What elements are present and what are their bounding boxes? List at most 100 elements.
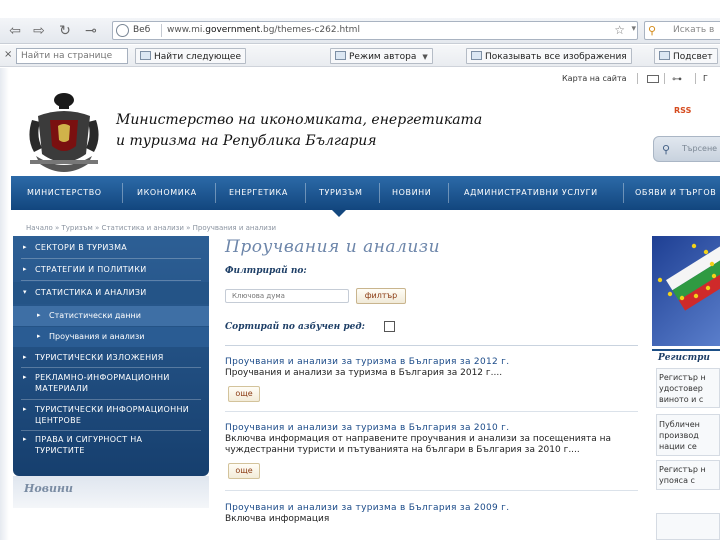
- mail-icon[interactable]: [647, 75, 659, 83]
- back-arrow-icon[interactable]: ⇦: [6, 22, 24, 40]
- nav-active-pointer: [332, 210, 346, 217]
- register-text-line[interactable]: Публичен: [659, 419, 700, 430]
- sidebar-item-promo-materials[interactable]: ▸ РЕКЛАМНО-ИНФОРМАЦИОННИ МАТЕРИАЛИ: [13, 372, 193, 394]
- register-text-line[interactable]: упояса с: [659, 475, 695, 486]
- language-link[interactable]: Г: [703, 74, 708, 83]
- browser-search-placeholder: Искать в: [673, 25, 715, 35]
- nav-item-admin-services[interactable]: АДМИНИСТРАТИВНИ УСЛУГИ: [464, 176, 598, 210]
- sidebar-subitem-statistical-data[interactable]: ▸ Статистически данни: [13, 306, 209, 326]
- more-button[interactable]: още: [228, 463, 260, 479]
- sidebar-divider: [21, 430, 201, 431]
- chevron-right-icon: ▸: [37, 332, 41, 340]
- sidebar-item-info-centers[interactable]: ▸ ТУРИСТИЧЕСКИ ИНФОРМАЦИОННИ ЦЕНТРОВЕ: [13, 404, 197, 426]
- more-button[interactable]: още: [228, 386, 260, 402]
- chevron-right-icon: ▸: [23, 405, 27, 413]
- nav-item-news[interactable]: НОВИНИ: [392, 176, 431, 210]
- rss-link[interactable]: RSS: [674, 106, 691, 115]
- study-item-description: Проучвания и анализи за туризма в Българ…: [225, 368, 503, 378]
- ministry-title-line2: и туризма на Република България: [116, 133, 377, 149]
- login-key-icon[interactable]: ⊶: [672, 74, 682, 85]
- registers-title: Регистри: [658, 353, 710, 363]
- chevron-right-icon: ▸: [23, 435, 27, 443]
- register-text-line[interactable]: удостовер: [659, 383, 703, 394]
- main-navigation: МИНИСТЕРСТВО ИКОНОМИКА ЕНЕРГЕТИКА ТУРИЗЪ…: [11, 176, 720, 210]
- sidebar-item-tourism-sectors[interactable]: ▸ СЕКТОРИ В ТУРИЗМА: [13, 242, 209, 253]
- reload-icon[interactable]: ↻: [56, 22, 74, 40]
- sidebar-item-strategies[interactable]: ▸ СТРАТЕГИИ И ПОЛИТИКИ: [13, 264, 209, 275]
- sidebar-divider: [21, 399, 201, 400]
- eu-funds-banner[interactable]: [652, 236, 720, 346]
- nav-separator: [305, 183, 306, 203]
- close-icon[interactable]: ×: [4, 49, 12, 60]
- bookmark-star-icon[interactable]: ☆: [614, 23, 625, 37]
- find-toolbar: × Найти следующее Режим автора▼ Показыва…: [0, 45, 720, 67]
- forward-arrow-icon[interactable]: ⇨: [30, 22, 48, 40]
- author-mode-button[interactable]: Режим автора ▼: [330, 48, 433, 64]
- sidebar-item-tourist-rights[interactable]: ▸ ПРАВА И СИГУРНОСТ НА ТУРИСТИТЕ: [13, 434, 181, 456]
- find-next-button[interactable]: Найти следующее: [135, 48, 246, 64]
- address-dropdown-icon[interactable]: ▾: [631, 24, 636, 34]
- news-title[interactable]: Новини: [24, 482, 73, 495]
- item-divider: [225, 490, 638, 491]
- sidebar-divider: [21, 367, 201, 368]
- find-input[interactable]: [16, 48, 128, 64]
- item-divider: [225, 411, 638, 412]
- address-bar[interactable]: Веб www.mi.government.bg/themes-c262.htm…: [112, 21, 638, 40]
- nav-separator: [448, 183, 449, 203]
- search-engine-icon[interactable]: ⚲: [648, 24, 656, 37]
- browser-search-box[interactable]: ⚲ Искать в: [644, 21, 720, 40]
- nav-item-energy[interactable]: ЕНЕРГЕТИКА: [229, 176, 288, 210]
- register-text-line[interactable]: производ: [659, 430, 699, 441]
- nav-item-tourism[interactable]: ТУРИЗЪМ: [319, 176, 362, 210]
- study-item-title[interactable]: Проучвания и анализи за туризма в Българ…: [225, 423, 509, 433]
- content-divider: [225, 345, 638, 346]
- breadcrumb[interactable]: Начало » Туризъм » Статистика и анализи …: [26, 224, 276, 232]
- coat-of-arms-icon: [29, 93, 99, 172]
- chevron-right-icon: ▸: [23, 353, 27, 361]
- keyword-input[interactable]: [225, 289, 349, 303]
- globe-icon: [116, 24, 129, 37]
- sidebar-item-exhibitions[interactable]: ▸ ТУРИСТИЧЕСКИ ИЗЛОЖЕНИЯ: [13, 352, 209, 363]
- ministry-title: Министерство на икономиката, енергетикат…: [116, 110, 536, 152]
- sidebar-item-statistics[interactable]: ▾ СТАТИСТИКА И АНАЛИЗИ: [13, 282, 209, 304]
- right-divider: [652, 349, 720, 351]
- sidebar-divider: [21, 258, 201, 259]
- study-item-title[interactable]: Проучвания и анализи за туризма в Българ…: [225, 357, 509, 367]
- register-text-line[interactable]: Регистър н: [659, 464, 706, 475]
- util-separator: [664, 73, 665, 84]
- nav-separator: [623, 183, 624, 203]
- nav-separator: [122, 183, 123, 203]
- site-search-box[interactable]: ⚲ Търсене: [653, 136, 720, 162]
- study-item-description: Включва информация: [225, 514, 330, 524]
- address-url[interactable]: www.mi.government.bg/themes-c262.html: [167, 25, 360, 35]
- chevron-down-icon: ▼: [422, 53, 428, 61]
- search-icon[interactable]: ⚲: [662, 143, 670, 156]
- sidebar-subitem-studies[interactable]: ▸ Проучвания и анализи: [13, 327, 209, 347]
- right-banner-card[interactable]: [656, 513, 720, 540]
- chevron-right-icon: ▸: [37, 311, 41, 319]
- sort-alphabetical-checkbox[interactable]: [384, 321, 395, 332]
- address-separator: [161, 24, 162, 37]
- register-text-line[interactable]: нации се: [659, 441, 697, 452]
- show-images-button[interactable]: Показывать все изображения: [466, 48, 632, 64]
- outline-button[interactable]: Подсвет: [654, 48, 718, 64]
- filter-label: Филтрирай по:: [225, 266, 307, 276]
- filter-button[interactable]: филтър: [356, 288, 406, 304]
- nav-item-economy[interactable]: ИКОНОМИКА: [137, 176, 197, 210]
- eu-stars-icon: [657, 243, 717, 301]
- site-identity-label: Веб: [133, 25, 151, 35]
- chevron-right-icon: ▸: [23, 373, 27, 381]
- web-page: Карта на сайта ⊶ Г RSS ⚲ Търсене Министе…: [0, 68, 720, 540]
- key-icon[interactable]: ⊸: [82, 22, 100, 40]
- nav-item-tenders[interactable]: ОБЯВИ И ТЪРГОВ: [635, 176, 716, 210]
- chevron-down-icon: ▾: [23, 288, 27, 296]
- sitemap-link[interactable]: Карта на сайта: [562, 74, 627, 83]
- outline-icon: [659, 51, 670, 60]
- nav-item-ministry[interactable]: МИНИСТЕРСТВО: [27, 176, 102, 210]
- util-separator: [695, 73, 696, 84]
- register-text-line[interactable]: Регистър н: [659, 372, 706, 383]
- study-item-title[interactable]: Проучвания и анализи за туризма в Българ…: [225, 503, 509, 513]
- nav-separator: [215, 183, 216, 203]
- ministry-title-line1: Министерство на икономиката, енергетикат…: [116, 112, 483, 128]
- register-text-line[interactable]: виното и с: [659, 394, 703, 405]
